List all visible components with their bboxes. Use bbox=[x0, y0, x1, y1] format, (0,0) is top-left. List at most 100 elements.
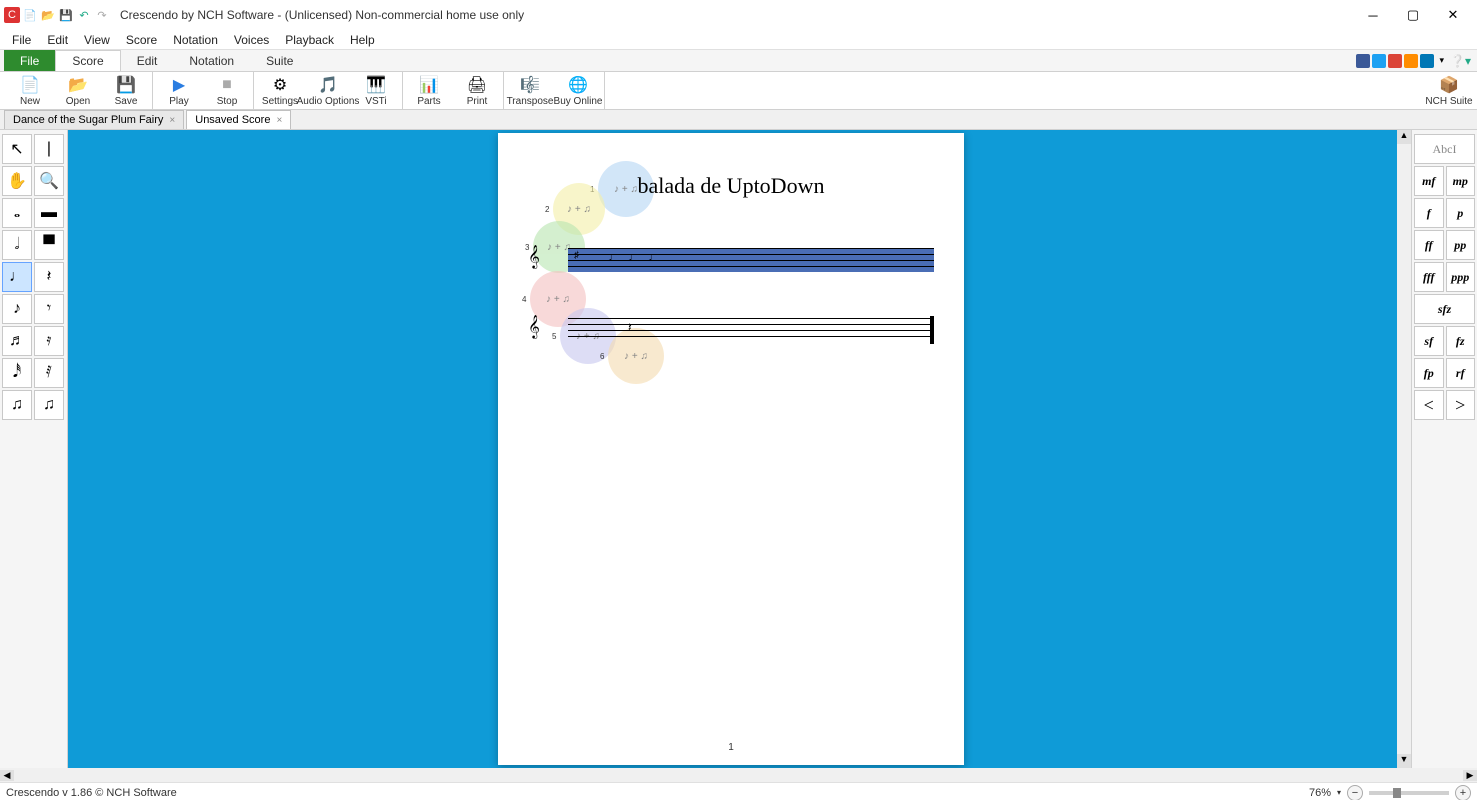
dynamic-ppp[interactable]: ppp bbox=[1446, 262, 1476, 292]
ribbon-tab-score[interactable]: Score bbox=[55, 50, 120, 71]
dynamic-text[interactable]: AbcI bbox=[1414, 134, 1475, 164]
palette-thirtysecond-rest[interactable]: 𝅀 bbox=[34, 358, 64, 388]
reddit-icon[interactable] bbox=[1404, 54, 1418, 68]
palette-beam2[interactable]: ♫ bbox=[34, 390, 64, 420]
score-title[interactable]: balada de UptoDown bbox=[498, 173, 964, 199]
ribbon-tab-edit[interactable]: Edit bbox=[121, 50, 174, 71]
staff-2[interactable]: 𝄞 𝄽 bbox=[528, 318, 934, 342]
palette-half-note[interactable]: 𝅗𝅥 bbox=[2, 230, 32, 260]
audio-icon: 🎵 bbox=[318, 75, 338, 95]
buy-icon: 🌐 bbox=[568, 75, 588, 95]
horizontal-scrollbar[interactable]: ◀ ▶ bbox=[0, 768, 1477, 782]
dynamic-pp[interactable]: pp bbox=[1446, 230, 1476, 260]
vertical-scrollbar[interactable]: ▲ ▼ bbox=[1397, 130, 1411, 768]
ribbon-tab-notation[interactable]: Notation bbox=[173, 50, 250, 71]
dynamic-rf[interactable]: rf bbox=[1446, 358, 1476, 388]
zoom-dropdown-icon[interactable]: ▾ bbox=[1337, 788, 1341, 797]
print-button[interactable]: 🖨Print bbox=[453, 72, 501, 109]
zoom-slider[interactable] bbox=[1369, 791, 1449, 795]
dynamic-p[interactable]: p bbox=[1446, 198, 1476, 228]
dynamic-sfz[interactable]: sfz bbox=[1414, 294, 1475, 324]
play-icon: ▶ bbox=[169, 75, 189, 95]
palette-whole-rest[interactable]: ▬ bbox=[34, 198, 64, 228]
palette-barline[interactable]: | bbox=[34, 134, 64, 164]
parts-icon: 📊 bbox=[419, 75, 439, 95]
scroll-left-button[interactable]: ◀ bbox=[0, 770, 14, 781]
help-icon[interactable]: ❔▾ bbox=[1450, 54, 1471, 68]
zoom-out-button[interactable]: − bbox=[1347, 785, 1363, 800]
score-canvas[interactable]: ♪ + ♫1♪ + ♫2♪ + ♫3♪ + ♫4♪ + ♫5♪ + ♫6 bal… bbox=[68, 130, 1411, 768]
scroll-right-button[interactable]: ▶ bbox=[1463, 770, 1477, 781]
palette-sixteenth-rest[interactable]: 𝄿 bbox=[34, 326, 64, 356]
save-icon[interactable]: 💾 bbox=[58, 7, 74, 23]
staff-1[interactable]: 𝄞 ♯ ♩ ♩ ♩ bbox=[528, 248, 934, 272]
undo-icon[interactable]: ↶ bbox=[76, 7, 92, 23]
doc-tab[interactable]: Unsaved Score× bbox=[186, 110, 291, 129]
dynamic-cresc[interactable]: < bbox=[1414, 390, 1444, 420]
palette-whole-note[interactable]: 𝅝 bbox=[2, 198, 32, 228]
palette-zoom[interactable]: 🔍 bbox=[34, 166, 64, 196]
close-tab-icon[interactable]: × bbox=[276, 115, 282, 126]
facebook-icon[interactable] bbox=[1356, 54, 1370, 68]
twitter-icon[interactable] bbox=[1372, 54, 1386, 68]
stop-button[interactable]: ■Stop bbox=[203, 72, 251, 109]
save-button[interactable]: 💾Save bbox=[102, 72, 150, 109]
dynamic-fz[interactable]: fz bbox=[1446, 326, 1476, 356]
menu-score[interactable]: Score bbox=[118, 33, 165, 47]
menu-help[interactable]: Help bbox=[342, 33, 383, 47]
close-tab-icon[interactable]: × bbox=[169, 115, 175, 126]
menu-voices[interactable]: Voices bbox=[226, 33, 277, 47]
document-tabs: Dance of the Sugar Plum Fairy×Unsaved Sc… bbox=[0, 110, 1477, 130]
menu-edit[interactable]: Edit bbox=[39, 33, 76, 47]
dynamic-sf[interactable]: sf bbox=[1414, 326, 1444, 356]
palette-quarter-note[interactable]: ♩ bbox=[2, 262, 32, 292]
open-icon[interactable]: 📂 bbox=[40, 7, 56, 23]
ribbon-tab-file[interactable]: File bbox=[4, 50, 55, 71]
maximize-button[interactable]: ▢ bbox=[1393, 0, 1433, 30]
menu-file[interactable]: File bbox=[4, 33, 39, 47]
linkedin-icon[interactable] bbox=[1420, 54, 1434, 68]
palette-half-rest[interactable]: ▀ bbox=[34, 230, 64, 260]
google-plus-icon[interactable] bbox=[1388, 54, 1402, 68]
palette-eighth-rest[interactable]: 𝄾 bbox=[34, 294, 64, 324]
palette-beam1[interactable]: ♫ bbox=[2, 390, 32, 420]
scroll-down-button[interactable]: ▼ bbox=[1397, 754, 1411, 768]
palette-hand[interactable]: ✋ bbox=[2, 166, 32, 196]
parts-button[interactable]: 📊Parts bbox=[405, 72, 453, 109]
window-title: Crescendo by NCH Software - (Unlicensed)… bbox=[120, 8, 524, 22]
redo-icon[interactable]: ↷ bbox=[94, 7, 110, 23]
vsti-button[interactable]: 🎹VSTi bbox=[352, 72, 400, 109]
menu-notation[interactable]: Notation bbox=[165, 33, 226, 47]
palette-thirtysecond-note[interactable]: 𝅘𝅥𝅰 bbox=[2, 358, 32, 388]
menu-playback[interactable]: Playback bbox=[277, 33, 342, 47]
dynamic-decresc[interactable]: > bbox=[1446, 390, 1476, 420]
open-button[interactable]: 📂Open bbox=[54, 72, 102, 109]
palette-select[interactable]: ↖ bbox=[2, 134, 32, 164]
new-doc-icon[interactable]: 📄 bbox=[22, 7, 38, 23]
nch-suite-button[interactable]: 📦 NCH Suite bbox=[1425, 73, 1473, 109]
menu-view[interactable]: View bbox=[76, 33, 118, 47]
play-button[interactable]: ▶Play bbox=[155, 72, 203, 109]
palette-sixteenth-note[interactable]: ♬ bbox=[2, 326, 32, 356]
dynamic-mf[interactable]: mf bbox=[1414, 166, 1444, 196]
close-button[interactable]: ✕ bbox=[1433, 0, 1473, 30]
dynamic-f[interactable]: f bbox=[1414, 198, 1444, 228]
dropdown-icon[interactable]: ▾ bbox=[1440, 55, 1445, 66]
zoom-in-button[interactable]: + bbox=[1455, 785, 1471, 800]
score-page[interactable]: ♪ + ♫1♪ + ♫2♪ + ♫3♪ + ♫4♪ + ♫5♪ + ♫6 bal… bbox=[498, 133, 964, 765]
doc-tab[interactable]: Dance of the Sugar Plum Fairy× bbox=[4, 110, 184, 129]
dynamic-ff[interactable]: ff bbox=[1414, 230, 1444, 260]
ribbon-tab-suite[interactable]: Suite bbox=[250, 50, 309, 71]
new-button[interactable]: 📄New bbox=[6, 72, 54, 109]
dynamic-mp[interactable]: mp bbox=[1446, 166, 1476, 196]
transpose-button[interactable]: 🎼Transpose bbox=[506, 72, 554, 109]
palette-quarter-rest[interactable]: 𝄽 bbox=[34, 262, 64, 292]
minimize-button[interactable]: ─ bbox=[1353, 0, 1393, 30]
scroll-up-button[interactable]: ▲ bbox=[1397, 130, 1411, 144]
palette-eighth-note[interactable]: ♪ bbox=[2, 294, 32, 324]
dynamic-fff[interactable]: fff bbox=[1414, 262, 1444, 292]
dynamic-fp[interactable]: fp bbox=[1414, 358, 1444, 388]
zoom-level[interactable]: 76% bbox=[1309, 787, 1331, 799]
buy-button[interactable]: 🌐Buy Online bbox=[554, 72, 602, 109]
audio-button[interactable]: 🎵Audio Options bbox=[304, 72, 352, 109]
